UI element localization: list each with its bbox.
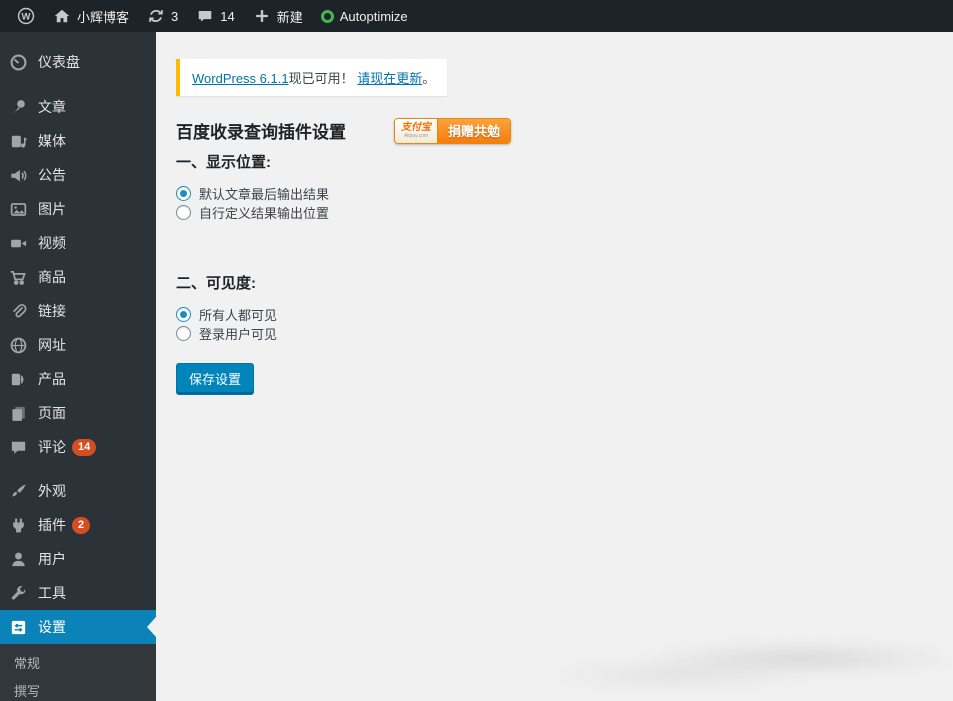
watermark-smudge bbox=[553, 634, 953, 689]
sidebar-item-media[interactable]: 媒体 bbox=[0, 124, 156, 158]
sidebar-item-tools[interactable]: 工具 bbox=[0, 576, 156, 610]
radio-button-checked[interactable] bbox=[176, 307, 191, 322]
svg-text:W: W bbox=[22, 12, 31, 23]
comments-icon bbox=[8, 437, 28, 457]
donate-button[interactable]: 支付宝 Alipay.com 捐赠共勉 bbox=[394, 117, 512, 144]
radio-default-output[interactable]: 默认文章最后输出结果 bbox=[176, 184, 953, 203]
update-count: 3 bbox=[171, 8, 179, 24]
submenu-item-writing[interactable]: 撰写 bbox=[0, 678, 156, 701]
image-icon bbox=[8, 199, 28, 219]
donate-label: 捐赠共勉 bbox=[437, 118, 511, 143]
admin-sidebar: 仪表盘 文章 媒体 公告 图片 视频 商品 链接 网址 产品 页面 评论 14 … bbox=[0, 32, 156, 701]
display-position-options: 默认文章最后输出结果 自行定义结果输出位置 bbox=[176, 184, 953, 222]
title-row: 百度收录查询插件设置 支付宝 Alipay.com 捐赠共勉 bbox=[176, 117, 953, 144]
comment-count: 14 bbox=[220, 8, 235, 24]
radio-everyone-visible[interactable]: 所有人都可见 bbox=[176, 305, 953, 324]
autoptimize-icon bbox=[320, 9, 334, 23]
wrench-icon bbox=[8, 583, 28, 603]
section-visibility-heading: 二、可见度: bbox=[176, 275, 256, 292]
updates-menu[interactable]: 3 bbox=[138, 0, 187, 32]
sidebar-item-pages[interactable]: 页面 bbox=[0, 396, 156, 430]
sidebar-item-images[interactable]: 图片 bbox=[0, 192, 156, 226]
dashboard-icon bbox=[8, 52, 28, 72]
sidebar-item-announcements[interactable]: 公告 bbox=[0, 158, 156, 192]
wordpress-version-link[interactable]: WordPress 6.1.1 bbox=[192, 71, 289, 86]
sidebar-item-settings[interactable]: 设置 bbox=[0, 610, 156, 644]
paperclip-icon bbox=[8, 301, 28, 321]
sidebar-item-comments[interactable]: 评论 14 bbox=[0, 430, 156, 464]
site-name-menu[interactable]: 小辉博客 bbox=[44, 0, 138, 32]
video-camera-icon bbox=[8, 233, 28, 253]
sidebar-item-posts[interactable]: 文章 bbox=[0, 90, 156, 124]
paintbrush-icon bbox=[8, 481, 28, 501]
sidebar-item-users[interactable]: 用户 bbox=[0, 542, 156, 576]
comments-count-badge: 14 bbox=[72, 438, 97, 456]
megaphone-icon bbox=[8, 165, 28, 185]
update-now-link[interactable]: 请现在更新 bbox=[357, 71, 422, 86]
new-content-menu[interactable]: 新建 bbox=[244, 0, 312, 32]
wordpress-admin-screen: W 小辉博客 3 14 新建 Autoptimize 仪表盘 文章 媒体 公告 … bbox=[0, 0, 953, 701]
wordpress-logo-icon: W bbox=[17, 7, 35, 25]
submenu-item-general[interactable]: 常规 bbox=[0, 650, 156, 678]
radio-custom-output[interactable]: 自行定义结果输出位置 bbox=[176, 203, 953, 222]
wp-logo-menu[interactable]: W bbox=[8, 0, 44, 32]
main-content: WordPress 6.1.1现已可用！ 请现在更新。 百度收录查询插件设置 支… bbox=[156, 32, 953, 701]
autoptimize-menu[interactable]: Autoptimize bbox=[312, 0, 417, 32]
save-settings-button[interactable]: 保存设置 bbox=[176, 363, 255, 395]
sidebar-item-appearance[interactable]: 外观 bbox=[0, 474, 156, 508]
new-content-label: 新建 bbox=[276, 9, 303, 25]
comments-menu[interactable]: 14 bbox=[187, 0, 243, 32]
alipay-logo: 支付宝 Alipay.com bbox=[395, 118, 437, 143]
globe-icon bbox=[8, 335, 28, 355]
update-notice: WordPress 6.1.1现已可用！ 请现在更新。 bbox=[176, 59, 448, 96]
site-name-label: 小辉博客 bbox=[77, 9, 130, 25]
radio-loggedin-visible[interactable]: 登录用户可见 bbox=[176, 324, 953, 343]
settings-sliders-icon bbox=[8, 617, 28, 637]
section-display-position-heading: 一、显示位置: bbox=[176, 154, 271, 171]
update-icon bbox=[147, 7, 165, 25]
page-title: 百度收录查询插件设置 bbox=[176, 123, 346, 142]
radio-button-unchecked[interactable] bbox=[176, 326, 191, 341]
media-icon bbox=[8, 131, 28, 151]
pages-icon bbox=[8, 403, 28, 423]
radio-button-unchecked[interactable] bbox=[176, 205, 191, 220]
plugins-count-badge: 2 bbox=[72, 516, 91, 534]
product-box-icon bbox=[8, 369, 28, 389]
sidebar-item-goods[interactable]: 商品 bbox=[0, 260, 156, 294]
pushpin-icon bbox=[8, 97, 28, 117]
home-icon bbox=[53, 7, 71, 25]
notice-period: 。 bbox=[422, 71, 436, 86]
radio-button-checked[interactable] bbox=[176, 186, 191, 201]
plus-icon bbox=[253, 7, 271, 25]
comment-bubble-icon bbox=[196, 7, 214, 25]
user-icon bbox=[8, 549, 28, 569]
sidebar-item-videos[interactable]: 视频 bbox=[0, 226, 156, 260]
autoptimize-label: Autoptimize bbox=[339, 8, 408, 24]
admin-bar: W 小辉博客 3 14 新建 Autoptimize bbox=[0, 0, 953, 32]
sidebar-item-dashboard[interactable]: 仪表盘 bbox=[0, 45, 156, 79]
sidebar-item-products[interactable]: 产品 bbox=[0, 362, 156, 396]
sidebar-item-urls[interactable]: 网址 bbox=[0, 328, 156, 362]
settings-submenu: 常规 撰写 bbox=[0, 644, 156, 701]
visibility-options: 所有人都可见 登录用户可见 bbox=[176, 305, 953, 343]
plugin-icon bbox=[8, 515, 28, 535]
sidebar-item-plugins[interactable]: 插件 2 bbox=[0, 508, 156, 542]
notice-text: 现已可用！ bbox=[288, 71, 354, 86]
cart-icon bbox=[8, 267, 28, 287]
sidebar-item-links[interactable]: 链接 bbox=[0, 294, 156, 328]
